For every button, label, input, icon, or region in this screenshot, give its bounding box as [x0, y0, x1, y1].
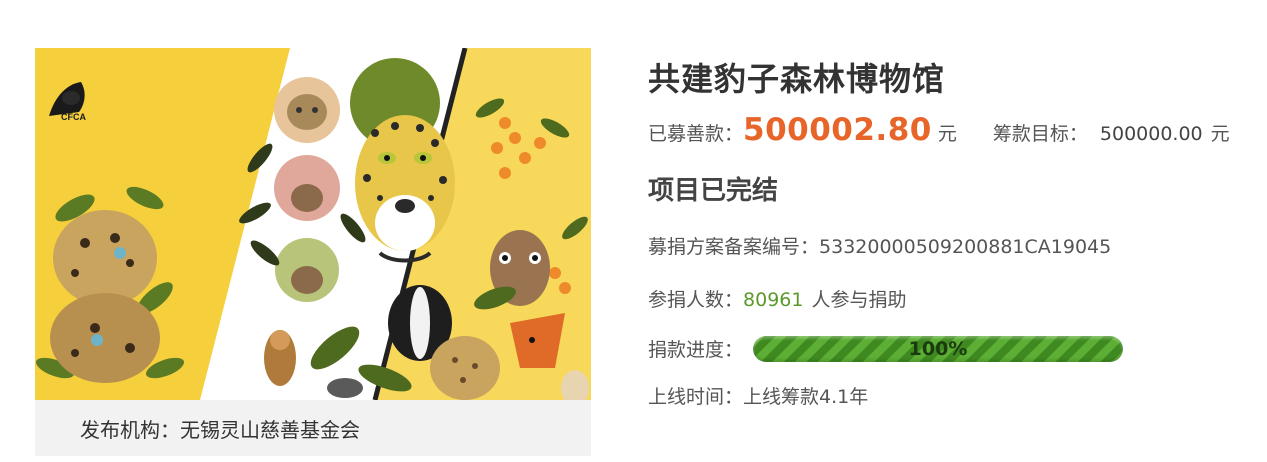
record-label: 募捐方案备案编号：	[648, 236, 820, 258]
progress-bar: 100%	[753, 335, 1124, 362]
raised-row: 已募善款： 500002.80 元 筹款目标： 500000.00 元	[648, 112, 1230, 148]
raised-unit: 元	[937, 123, 957, 145]
record-row: 募捐方案备案编号： 53320000509200881CA19045	[648, 232, 1111, 259]
goal-unit: 元	[1210, 123, 1230, 145]
progress-row: 捐款进度： 100%	[648, 335, 1124, 362]
record-number: 53320000509200881CA19045	[819, 236, 1112, 258]
publisher-bar: 发布机构： 无锡灵山慈善基金会	[35, 400, 591, 456]
goal-label: 筹款目标：	[992, 123, 1088, 145]
online-label: 上线时间：	[648, 386, 744, 408]
leopard-forest-illustration: CFCA	[35, 48, 591, 400]
project-title: 共建豹子森林博物馆	[648, 60, 946, 98]
donors-row: 参捐人数： 80961 人参与捐助	[648, 285, 906, 312]
publisher-label: 发布机构：	[80, 417, 180, 442]
project-status: 项目已完结	[648, 176, 779, 206]
raised-amount: 500002.80	[743, 112, 932, 148]
progress-percent: 100%	[908, 337, 968, 360]
online-row: 上线时间： 上线筹款4.1年	[648, 382, 868, 409]
progress-label: 捐款进度：	[648, 339, 744, 361]
raised-label: 已募善款：	[648, 123, 744, 145]
donors-suffix: 人参与捐助	[811, 289, 907, 311]
project-banner-image[interactable]: CFCA	[35, 48, 591, 400]
donors-label: 参捐人数：	[648, 289, 744, 311]
donors-count: 80961	[743, 289, 804, 311]
publisher-name[interactable]: 无锡灵山慈善基金会	[180, 414, 360, 443]
goal-amount: 500000.00	[1099, 123, 1203, 145]
logo-text: CFCA	[61, 112, 86, 122]
online-value: 上线筹款4.1年	[743, 386, 869, 408]
project-card[interactable]: CFCA 发布机构： 无锡灵山慈善基金会	[35, 48, 591, 456]
